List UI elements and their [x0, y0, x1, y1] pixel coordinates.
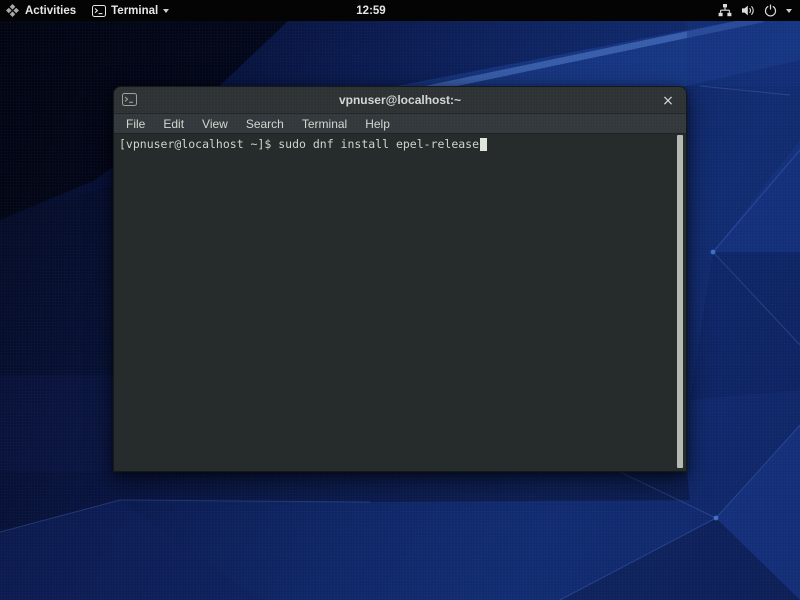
chevron-down-icon: [163, 9, 169, 13]
activities-label: Activities: [25, 5, 76, 17]
app-menu-label: Terminal: [111, 5, 158, 17]
power-icon: [764, 4, 777, 17]
typed-command: sudo dnf install epel-release: [278, 137, 479, 151]
menu-terminal[interactable]: Terminal: [293, 114, 356, 133]
network-wired-icon: [718, 4, 732, 17]
terminal-content[interactable]: [vpnuser@localhost ~]$ sudo dnf install …: [114, 134, 686, 471]
distro-logo-icon: [6, 4, 19, 17]
activities-button[interactable]: Activities: [0, 0, 84, 21]
text-cursor: [480, 138, 487, 151]
desktop: Activities Terminal 12:59: [0, 0, 800, 600]
menu-view[interactable]: View: [193, 114, 237, 133]
menu-search[interactable]: Search: [237, 114, 293, 133]
menu-help[interactable]: Help: [356, 114, 399, 133]
window-title: vpnuser@localhost:~: [339, 93, 461, 107]
terminal-line: [vpnuser@localhost ~]$ sudo dnf install …: [114, 134, 686, 152]
menu-file[interactable]: File: [117, 114, 154, 133]
shell-prompt: [vpnuser@localhost ~]$: [119, 137, 278, 151]
close-button[interactable]: ×: [659, 87, 677, 114]
app-menu-terminal[interactable]: Terminal: [84, 0, 177, 21]
clock[interactable]: 12:59: [347, 0, 395, 21]
menu-edit[interactable]: Edit: [154, 114, 193, 133]
top-bar: Activities Terminal 12:59: [0, 0, 800, 21]
terminal-window: vpnuser@localhost:~ × File Edit View Sea…: [113, 86, 687, 472]
terminal-icon: [122, 93, 137, 106]
chevron-down-icon: [786, 9, 792, 13]
menu-bar: File Edit View Search Terminal Help: [114, 114, 686, 134]
scrollbar[interactable]: [677, 135, 683, 468]
titlebar[interactable]: vpnuser@localhost:~ ×: [114, 87, 686, 114]
volume-icon: [741, 4, 755, 17]
system-status-area[interactable]: [718, 0, 792, 21]
terminal-app-icon: [92, 5, 106, 17]
